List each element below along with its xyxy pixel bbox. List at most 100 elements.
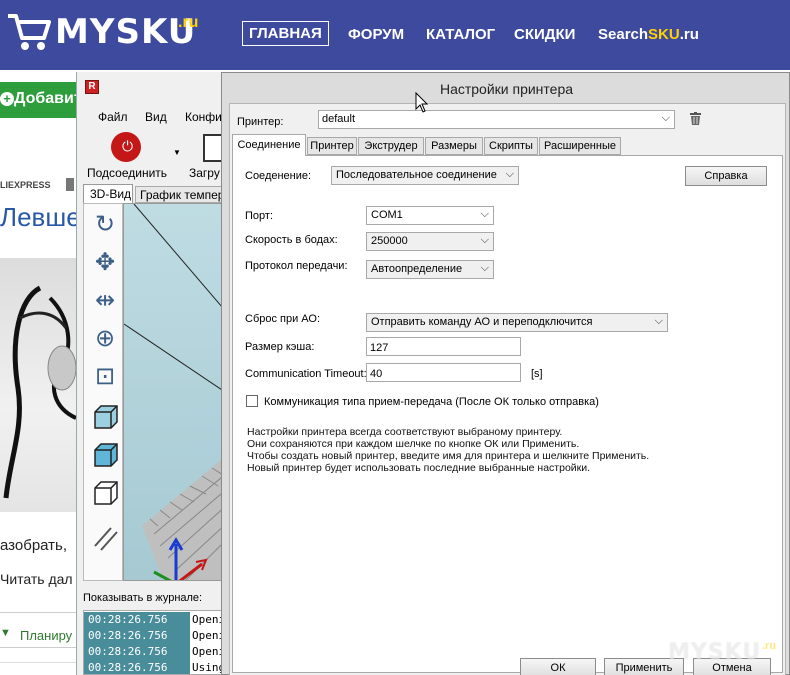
post-photo[interactable]	[0, 258, 76, 512]
baud-rate-value: 250000	[371, 235, 408, 247]
log-row: 00:28:26.756 Openi	[84, 644, 226, 660]
dialog-title[interactable]: Настройки принтера	[222, 81, 790, 97]
chevron-down-icon: ⌵	[480, 208, 489, 220]
connection-type-select[interactable]: Последовательное соединение ⌵	[331, 166, 519, 185]
connection-panel: Соеденение: Последовательное соединение …	[232, 155, 783, 673]
nav-searchsku-suffix: .ru	[679, 26, 699, 43]
planned-tab-label: Планиру	[20, 628, 73, 643]
divider	[0, 662, 76, 663]
front-view-icon[interactable]	[90, 440, 120, 470]
log-row: 00:28:26.756 Openi	[84, 612, 226, 628]
nav-discounts[interactable]: СКИДКИ	[514, 26, 575, 43]
post-title[interactable]: Левше	[0, 202, 81, 233]
plus-icon: +	[0, 92, 14, 106]
log-time: 00:28:26.756	[84, 628, 190, 644]
parallel-projection-icon[interactable]	[90, 524, 120, 554]
connect-label[interactable]: Подсоединить	[87, 166, 167, 180]
site-logo-suffix[interactable]: .ru	[178, 14, 198, 32]
printer-label: Принтер:	[237, 116, 284, 128]
view-toolbox: ↻ ✥ ⇹ ⊕ ⊡	[83, 203, 123, 581]
port-value: COM1	[371, 209, 403, 221]
menu-file[interactable]: Файл	[98, 110, 128, 124]
print-bed-drawing	[124, 204, 226, 580]
cache-size-field[interactable]	[366, 337, 521, 356]
tab-extruder[interactable]: Экструдер	[358, 137, 424, 155]
protocol-value: Автоопределение	[371, 263, 463, 275]
baud-rate-select[interactable]: 250000 ⌵	[366, 232, 494, 251]
help-button[interactable]: Справка	[685, 166, 767, 186]
nav-catalog[interactable]: КАТАЛОГ	[426, 26, 495, 43]
post-text: азобрать,	[0, 537, 68, 554]
pingpong-checkbox[interactable]	[246, 395, 258, 407]
log-time: 00:28:26.756	[84, 612, 190, 628]
ok-button[interactable]: ОК	[520, 658, 596, 675]
move-object-icon[interactable]: ⇹	[90, 286, 120, 316]
printer-select[interactable]: default ⌵	[318, 110, 675, 129]
load-label[interactable]: Загру	[189, 166, 220, 180]
3d-viewport[interactable]	[123, 203, 227, 581]
info-line: Они сохраняются при каждом шелчке по кно…	[247, 438, 580, 450]
info-line: Новый принтер будет использовать последн…	[247, 462, 591, 474]
reset-on-emergency-select[interactable]: Отправить команду АО и переподключится ⌵	[366, 313, 668, 332]
tab-connection[interactable]: Соединение	[232, 134, 306, 156]
top-view-icon[interactable]	[90, 478, 120, 508]
host-app-window: R Файл Вид Конфи ⏻ Подсоединить ▼ Загру …	[76, 72, 227, 675]
tab-printer[interactable]: Принтер	[307, 137, 357, 155]
reset-on-emergency-value: Отправить команду АО и переподключится	[371, 316, 593, 328]
pingpong-label[interactable]: Коммуникация типа прием-передача (После …	[264, 396, 599, 408]
zoom-fit-icon[interactable]: ⊡	[90, 362, 120, 392]
mouse-cursor-icon	[415, 92, 429, 113]
add-button-label: Добавить	[14, 90, 76, 107]
timeout-label: Communication Timeout:	[245, 368, 367, 380]
nav-searchsku[interactable]: SearchSKU.ru	[598, 26, 699, 43]
tab-3d-view[interactable]: 3D-Вид	[83, 184, 133, 203]
tab-scripts[interactable]: Скрипты	[484, 137, 538, 155]
connection-type-label: Соеденение:	[245, 170, 312, 182]
trash-icon[interactable]	[690, 112, 701, 125]
planned-tab[interactable]: Планиру	[0, 620, 76, 648]
tag-marker	[66, 178, 74, 191]
menu-view[interactable]: Вид	[145, 110, 167, 124]
site-logo-text[interactable]: MYSKU	[55, 12, 196, 52]
nav-home[interactable]: ГЛАВНАЯ	[242, 21, 329, 46]
protocol-select[interactable]: Автоопределение ⌵	[366, 260, 494, 279]
read-more-link[interactable]: Читать дал	[0, 571, 73, 587]
cache-size-label: Размер кэша:	[245, 341, 315, 353]
watermark-suffix: .ru	[762, 640, 777, 652]
zoom-in-icon[interactable]: ⊕	[90, 324, 120, 354]
port-select[interactable]: COM1 ⌵	[366, 206, 494, 225]
isometric-view-icon[interactable]	[90, 402, 120, 432]
info-line: Чтобы создать новый принтер, введите имя…	[247, 450, 650, 462]
connection-type-value: Последовательное соединение	[336, 169, 497, 181]
tab-advanced[interactable]: Расширенные	[539, 137, 621, 155]
reset-on-emergency-label: Сброс при АО:	[245, 313, 321, 325]
log-panel[interactable]: 00:28:26.756 Openi 00:28:26.756 Openi 00:2…	[83, 610, 227, 675]
log-row: 00:28:26.756 Openi	[84, 628, 226, 644]
log-filter-label: Показывать в журнале:	[83, 592, 203, 604]
printer-select-value: default	[322, 113, 356, 125]
log-time: 00:28:26.756	[84, 644, 190, 660]
nav-searchsku-highlight: SKU	[648, 26, 680, 43]
move-icon[interactable]: ✥	[90, 248, 120, 278]
divider	[0, 612, 76, 613]
plug-icon: ⏻	[122, 138, 134, 154]
tab-temperature-graph[interactable]: График температ	[135, 186, 227, 203]
shopping-cart-icon[interactable]	[6, 10, 52, 52]
chevron-down-icon: ⌵	[654, 315, 663, 327]
rotate-icon[interactable]: ↻	[90, 210, 120, 240]
timeout-field[interactable]	[366, 363, 521, 382]
dropdown-arrow-icon[interactable]: ▼	[173, 148, 181, 157]
chevron-down-icon: ⌵	[480, 262, 489, 274]
port-label: Порт:	[245, 210, 273, 222]
menu-config[interactable]: Конфи	[185, 110, 222, 124]
tab-dimensions[interactable]: Размеры	[425, 137, 483, 155]
store-tag[interactable]: LIEXPRESS	[0, 180, 51, 190]
timeout-unit: [s]	[531, 368, 543, 380]
site-header: MYSKU .ru ГЛАВНАЯ ФОРУМ КАТАЛОГ СКИДКИ S…	[0, 0, 790, 70]
chevron-down-icon: ⌵	[505, 168, 514, 180]
app-icon: R	[85, 80, 99, 94]
nav-searchsku-prefix: Search	[598, 26, 649, 43]
chevron-down-icon: ⌵	[661, 112, 670, 124]
nav-forum[interactable]: ФОРУМ	[348, 26, 404, 43]
product-photo-drawing	[3, 285, 76, 499]
